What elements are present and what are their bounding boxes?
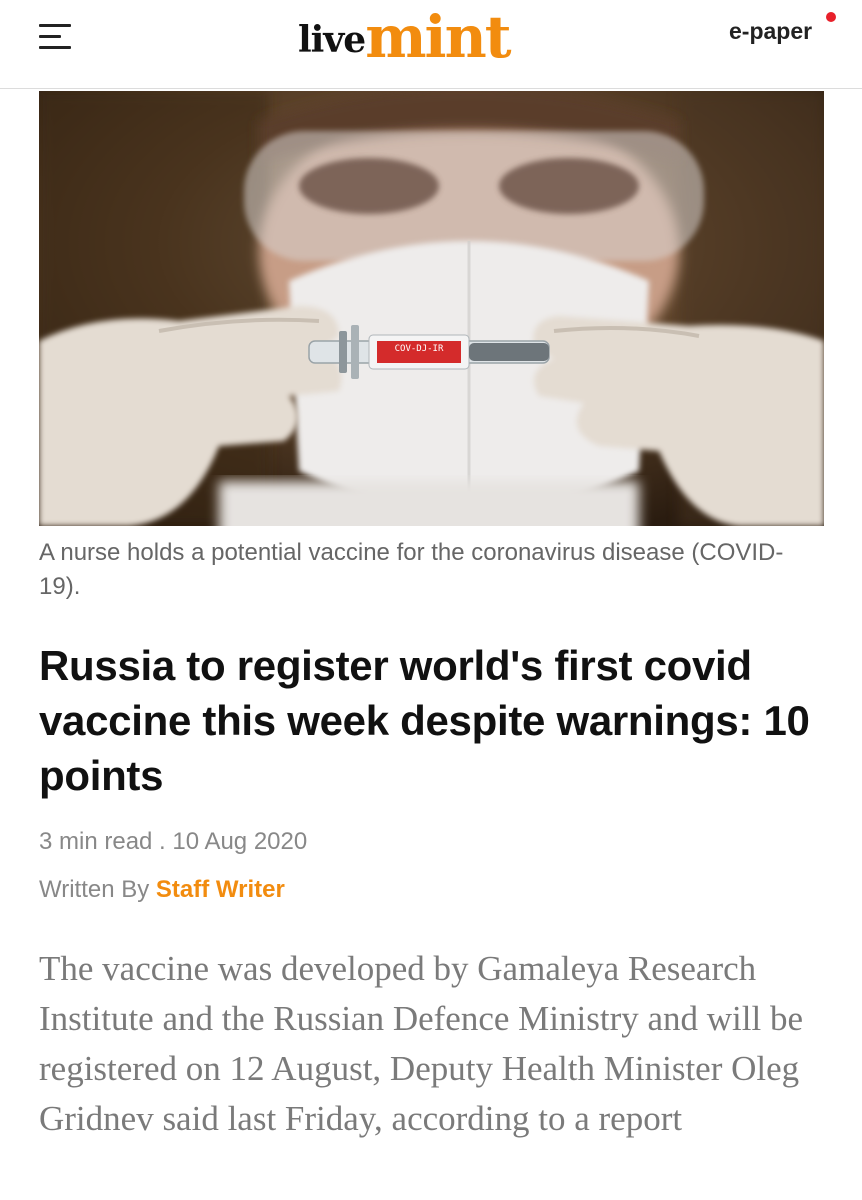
read-time: 3 min read xyxy=(39,828,153,855)
nurse-with-vaccine-illustration xyxy=(39,91,824,526)
meta-separator: . xyxy=(152,828,173,855)
image-caption: A nurse holds a potential vaccine for th… xyxy=(39,539,784,600)
publish-date: 10 Aug 2020 xyxy=(172,828,308,855)
notification-dot xyxy=(826,12,836,22)
article-summary: The vaccine was developed by Gamaleya Re… xyxy=(39,949,804,1138)
article-hero-image: COV-DJ-IR xyxy=(39,91,824,526)
logo-live-text: live xyxy=(298,19,366,61)
epaper-link[interactable]: e-paper xyxy=(729,18,812,45)
written-by-label: Written By xyxy=(39,876,156,903)
top-header: live mint e-paper xyxy=(0,0,862,89)
livemint-logo[interactable]: live mint xyxy=(298,3,512,71)
article-meta: 3 min read . 10 Aug 2020 xyxy=(39,828,307,856)
menu-line xyxy=(39,46,71,49)
menu-line xyxy=(39,24,71,27)
byline: Written By Staff Writer xyxy=(39,876,285,904)
hamburger-menu-icon[interactable] xyxy=(36,20,76,52)
menu-line xyxy=(39,35,61,38)
logo-mint-text: mint xyxy=(365,3,511,71)
vial-label: COV-DJ-IR xyxy=(394,344,444,354)
author-link[interactable]: Staff Writer xyxy=(156,876,285,903)
article-headline: Russia to register world's first covid v… xyxy=(39,642,810,799)
